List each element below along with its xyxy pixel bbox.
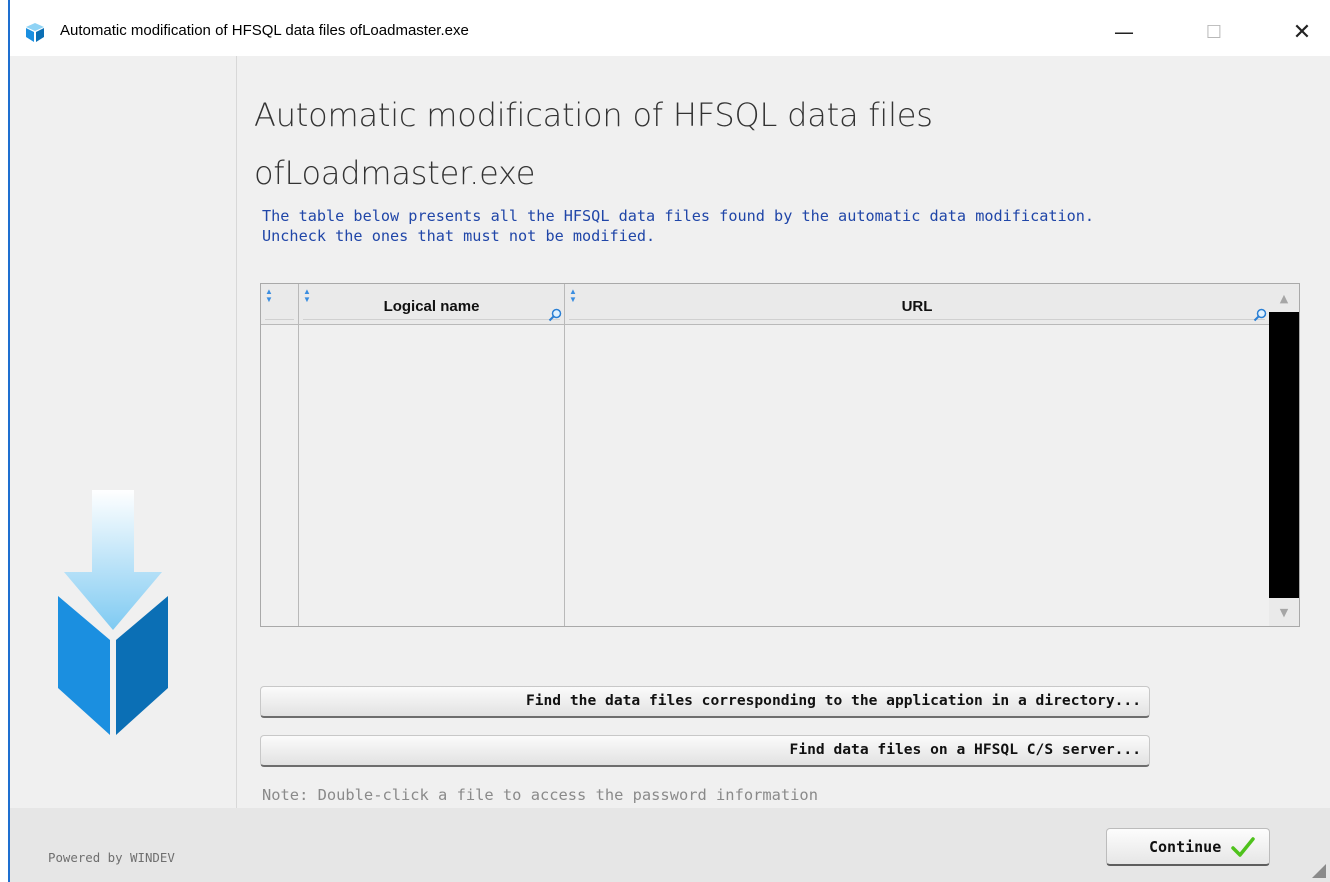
minimize-button[interactable]: —	[1100, 12, 1148, 52]
continue-button[interactable]: Continue	[1106, 828, 1270, 866]
resize-grip-icon[interactable]	[1312, 864, 1326, 878]
maximize-button[interactable]: ☐	[1190, 12, 1238, 52]
sidebar-panel	[10, 56, 237, 808]
column-header-logical-name[interactable]: ▲ ▼ Logical name	[299, 284, 565, 324]
title-bar[interactable]: Automatic modification of HFSQL data fil…	[10, 0, 1330, 56]
page-title-line1: Automatic modification of HFSQL data fil…	[254, 96, 933, 134]
cube-icon	[26, 23, 44, 42]
magnifier-icon[interactable]	[1253, 308, 1267, 322]
password-note: Note: Double-click a file to access the …	[262, 786, 818, 804]
column-divider	[564, 324, 565, 626]
page-title-line2: ofLoadmaster.exe	[254, 154, 536, 192]
find-in-directory-button[interactable]: Find the data files corresponding to the…	[260, 686, 1150, 718]
checkmark-icon	[1231, 837, 1255, 857]
instructions-line2: Uncheck the ones that must not be modifi…	[262, 227, 656, 245]
instructions-line1: The table below presents all the HFSQL d…	[262, 207, 1095, 225]
header-divider	[303, 319, 560, 320]
footer-bar: Powered by WINDEV Continue	[10, 808, 1330, 882]
column-header-checkbox[interactable]: ▲ ▼	[261, 284, 299, 324]
instructions-text: The table below presents all the HFSQL d…	[262, 206, 1094, 246]
window-title: Automatic modification of HFSQL data fil…	[60, 22, 469, 39]
vertical-scrollbar[interactable]: ▲ ▼	[1269, 284, 1299, 626]
column-header-label: Logical name	[383, 298, 480, 315]
data-files-table[interactable]: ▲ ▼ ▲ ▼ Logical name ▲ ▼ URL ▲ ▼	[260, 283, 1300, 627]
header-divider	[265, 319, 294, 320]
download-cube-icon	[58, 490, 168, 735]
column-header-url[interactable]: ▲ ▼ URL	[565, 284, 1269, 324]
magnifier-icon[interactable]	[548, 308, 562, 322]
dialog-window: Automatic modification of HFSQL data fil…	[8, 0, 1330, 882]
column-divider	[298, 324, 299, 626]
scroll-down-button[interactable]: ▼	[1269, 598, 1299, 626]
scroll-up-button[interactable]: ▲	[1269, 284, 1299, 312]
close-button[interactable]: ✕	[1278, 12, 1326, 52]
page-title: Automatic modification of HFSQL data fil…	[254, 86, 1154, 202]
column-header-label: URL	[901, 298, 933, 315]
sort-arrows-icon[interactable]: ▲ ▼	[265, 288, 273, 304]
find-on-server-button[interactable]: Find data files on a HFSQL C/S server...	[260, 735, 1150, 767]
powered-by-label: Powered by WINDEV	[48, 850, 175, 865]
header-divider	[569, 319, 1265, 320]
continue-button-label: Continue	[1149, 838, 1222, 856]
table-header: ▲ ▼ ▲ ▼ Logical name ▲ ▼ URL	[261, 284, 1269, 325]
